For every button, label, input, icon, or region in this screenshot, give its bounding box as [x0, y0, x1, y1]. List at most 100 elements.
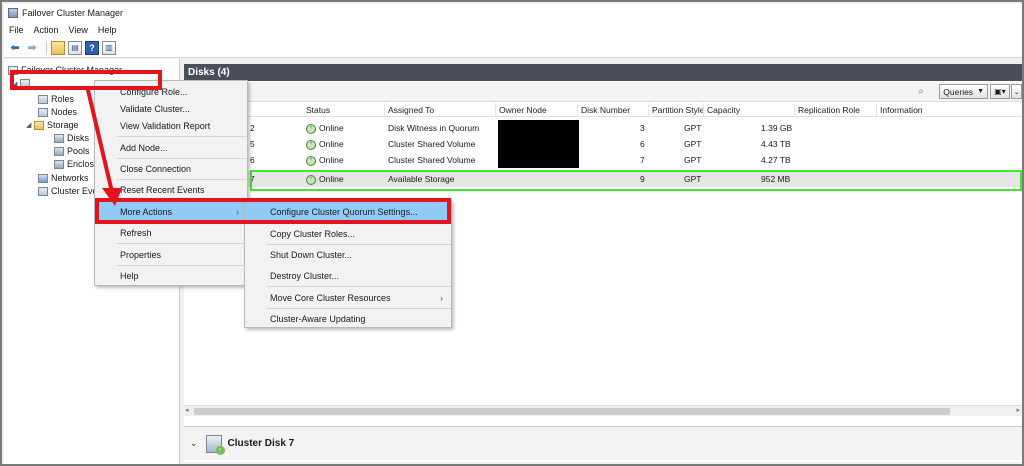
online-status-icon: ↑	[306, 155, 316, 166]
column-separator[interactable]	[876, 103, 877, 117]
disk-number-cell: 3	[640, 123, 645, 133]
menu-item-view-validation-report[interactable]: View Validation Report	[95, 116, 247, 136]
queries-label: Queries	[943, 86, 974, 97]
status-text: Online	[319, 139, 344, 149]
menu-item-shut-down-cluster[interactable]: Shut Down Cluster...	[245, 245, 451, 265]
expand-caret-icon: ◢	[26, 122, 32, 129]
online-status-icon: ↑	[306, 123, 316, 134]
tree-item-nodes[interactable]: Nodes	[38, 107, 77, 117]
partition-style-cell: GPT	[684, 123, 702, 133]
folder-up-icon[interactable]	[51, 40, 65, 55]
tree-item-pools[interactable]: Pools	[54, 146, 90, 156]
column-header-partition-style[interactable]: Partition Style	[652, 105, 704, 115]
tree-item-roles[interactable]: Roles	[38, 94, 74, 104]
cluster-events-icon	[38, 186, 48, 196]
disk-name: 6	[250, 155, 255, 165]
collapse-chevron-icon[interactable]: ⌄	[190, 438, 198, 449]
column-separator[interactable]	[648, 103, 649, 117]
window-title: Failover Cluster Manager	[22, 8, 124, 18]
toolbar: ⬅ ➡ ▤ ? ▥	[4, 38, 1022, 58]
title-bar: Failover Cluster Manager	[4, 4, 1022, 22]
column-header-assigned-to[interactable]: Assigned To	[388, 105, 434, 115]
menu-item-add-node[interactable]: Add Node...	[95, 138, 247, 158]
action-pane-icon[interactable]: ▥	[102, 40, 116, 55]
console-tree-icon[interactable]: ▤	[68, 40, 82, 55]
column-separator[interactable]	[495, 103, 496, 117]
tree-item-label: Pools	[67, 146, 90, 156]
capacity-cell: 1.39 GB	[761, 123, 793, 133]
table-row[interactable]: 6 ↑ Online Cluster Shared Volume 7 GPT 4.…	[184, 152, 1022, 168]
scroll-right-icon[interactable]: ▸	[1016, 406, 1020, 414]
disk-name: 2	[250, 123, 255, 133]
disks-icon	[54, 133, 64, 143]
queries-button[interactable]: Queries ▼	[939, 84, 988, 99]
search-icon[interactable]: ⌕	[918, 86, 924, 97]
app-window: Failover Cluster Manager File Action Vie…	[0, 0, 1024, 466]
menu-action[interactable]: Action	[34, 25, 59, 35]
redacted-owner-node	[498, 120, 579, 168]
tree-item-storage[interactable]: ◢ Storage	[26, 120, 79, 130]
column-header-disk-number[interactable]: Disk Number	[581, 105, 630, 115]
column-separator[interactable]	[384, 103, 385, 117]
tree-item-enclosures[interactable]: Enclosu	[54, 159, 99, 169]
status-cell: ↑ Online	[306, 155, 344, 166]
assigned-to-cell: Cluster Shared Volume	[388, 139, 476, 149]
column-header-owner-node[interactable]: Owner Node	[499, 105, 547, 115]
forward-arrow-icon[interactable]: ➡	[25, 41, 39, 55]
menu-bar: File Action View Help	[4, 22, 1022, 38]
menu-item-properties[interactable]: Properties	[95, 245, 247, 265]
menu-view[interactable]: View	[69, 25, 88, 35]
menu-help[interactable]: Help	[98, 25, 117, 35]
status-text: Online	[319, 155, 344, 165]
help-icon[interactable]: ?	[85, 40, 99, 55]
cluster-manager-icon	[8, 8, 18, 18]
submenu-arrow-icon: ›	[440, 293, 443, 303]
chevron-down-icon: ▼	[977, 88, 984, 95]
column-header-capacity[interactable]: Capacity	[707, 105, 740, 115]
tree-item-disks[interactable]: Disks	[54, 133, 89, 143]
table-row[interactable]: 2 ↑ Online Disk Witness in Quorum 3 GPT 1…	[184, 120, 1022, 136]
column-separator[interactable]	[577, 103, 578, 117]
capacity-cell: 4.43 TB	[761, 139, 791, 149]
column-separator[interactable]	[794, 103, 795, 117]
capacity-cell: 4.27 TB	[761, 155, 791, 165]
scroll-left-icon[interactable]: ◂	[185, 406, 189, 414]
menu-separator	[267, 286, 451, 287]
menu-item-move-core-resources[interactable]: Move Core Cluster Resources ›	[245, 288, 451, 308]
status-cell: ↑ Online	[306, 139, 344, 150]
menu-item-reset-recent-events[interactable]: Reset Recent Events	[95, 180, 247, 200]
tree-item-label: Disks	[67, 133, 89, 143]
horizontal-scrollbar[interactable]: ◂ ▸	[184, 405, 1022, 416]
menu-separator	[117, 243, 247, 244]
assigned-to-cell: Disk Witness in Quorum	[388, 123, 480, 133]
expand-search-button[interactable]: ⌄	[1011, 84, 1022, 99]
scrollbar-thumb[interactable]	[194, 408, 950, 415]
disk-number-cell: 7	[640, 155, 645, 165]
tree-item-networks[interactable]: Networks	[38, 173, 89, 183]
save-query-button[interactable]: ▣▾	[990, 84, 1010, 99]
menu-file[interactable]: File	[9, 25, 24, 35]
tree-item-label: Roles	[51, 94, 75, 104]
disk-name: 5	[250, 139, 255, 149]
column-header-status[interactable]: Status	[306, 105, 330, 115]
menu-item-help[interactable]: Help	[95, 266, 247, 286]
tree-item-label: Cluster Eve	[51, 186, 98, 196]
tree-item-label: Nodes	[51, 107, 78, 117]
green-highlight-box	[250, 170, 1022, 191]
tree-item-label: Networks	[51, 173, 89, 183]
menu-item-cluster-aware-updating[interactable]: Cluster-Aware Updating	[245, 309, 451, 329]
online-status-icon: ↑	[306, 139, 316, 150]
column-separator[interactable]	[703, 103, 704, 117]
menu-item-label: Move Core Cluster Resources	[270, 293, 391, 303]
column-header-replication-role[interactable]: Replication Role	[798, 105, 860, 115]
table-row[interactable]: 5 ↑ Online Cluster Shared Volume 6 GPT 4.…	[184, 136, 1022, 152]
table-header: Status Assigned To Owner Node Disk Numbe…	[184, 103, 1022, 117]
menu-item-close-connection[interactable]: Close Connection	[95, 159, 247, 179]
back-arrow-icon[interactable]: ⬅	[8, 41, 22, 55]
menu-item-destroy-cluster[interactable]: Destroy Cluster...	[245, 266, 451, 286]
column-header-information[interactable]: Information	[880, 105, 923, 115]
menu-item-refresh[interactable]: Refresh	[95, 223, 247, 243]
menu-item-copy-cluster-roles[interactable]: Copy Cluster Roles...	[245, 224, 451, 244]
tree-item-label: Storage	[47, 120, 79, 130]
tree-item-cluster-events[interactable]: Cluster Eve	[38, 186, 98, 196]
